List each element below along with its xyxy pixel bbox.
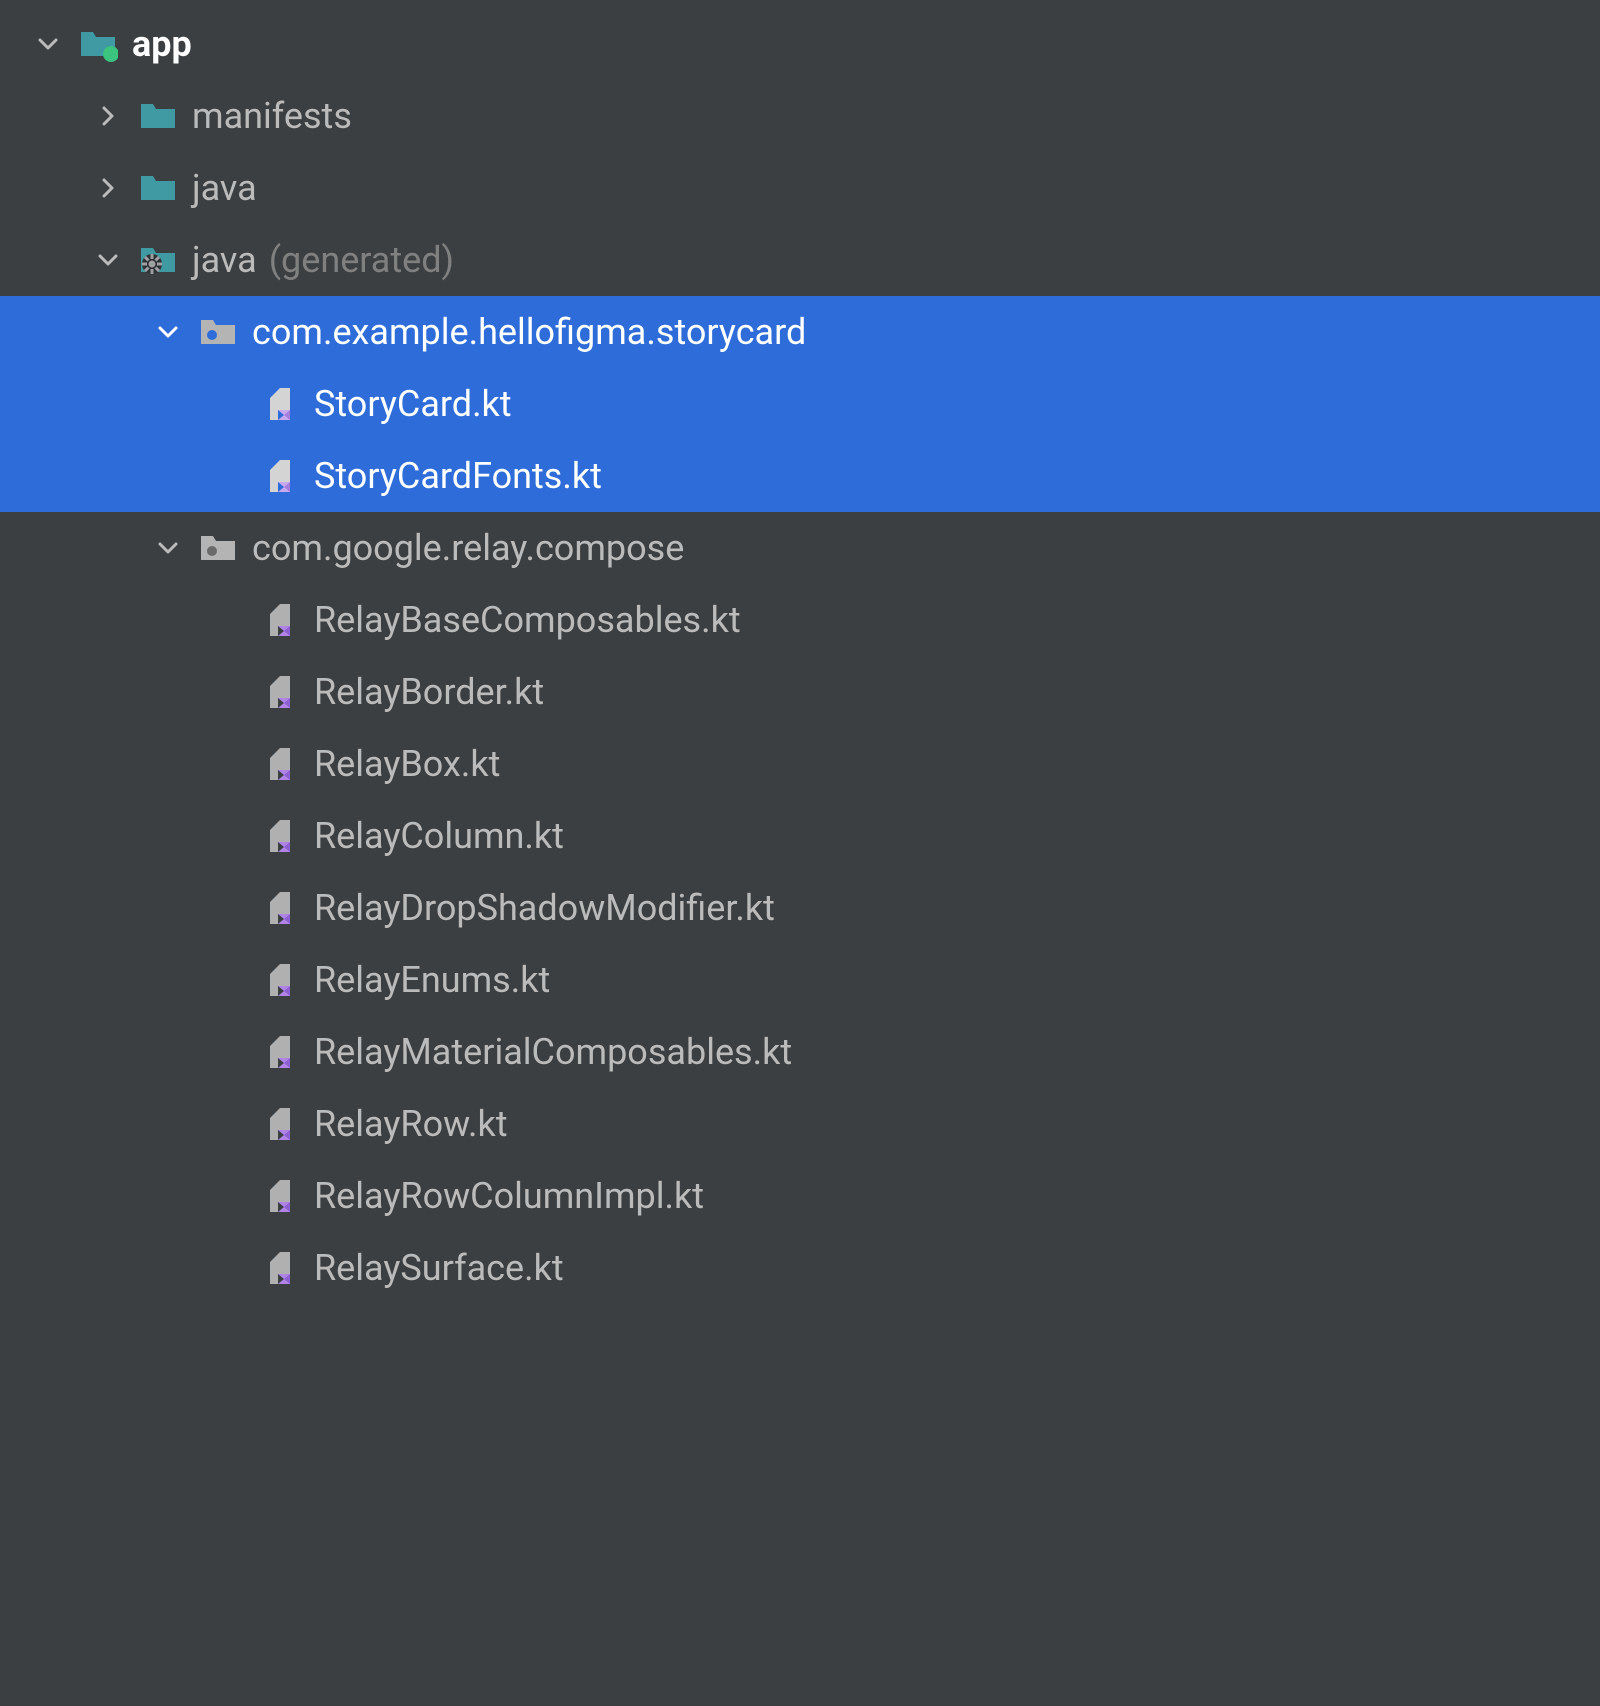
module-folder-icon xyxy=(78,24,118,64)
package-folder-icon xyxy=(198,312,238,352)
tree-item-label: com.google.relay.compose xyxy=(252,530,684,566)
chevron-down-icon[interactable] xyxy=(150,314,186,350)
tree-item-label: com.example.hellofigma.storycard xyxy=(252,314,806,350)
kotlin-file-icon xyxy=(260,1176,300,1216)
chevron-right-icon[interactable] xyxy=(90,98,126,134)
tree-item-label: RelayRow.kt xyxy=(314,1106,507,1142)
kotlin-file-icon xyxy=(260,672,300,712)
kotlin-file-icon xyxy=(260,816,300,856)
chevron-right-icon[interactable] xyxy=(90,170,126,206)
folder-icon xyxy=(138,96,178,136)
tree-item-package-storycard[interactable]: com.example.hellofigma.storycard xyxy=(0,296,1600,368)
kotlin-file-icon xyxy=(260,888,300,928)
tree-item-java[interactable]: java xyxy=(0,152,1600,224)
tree-item-manifests[interactable]: manifests xyxy=(0,80,1600,152)
tree-item-file[interactable]: RelayRow.kt xyxy=(0,1088,1600,1160)
tree-item-file[interactable]: RelayBaseComposables.kt xyxy=(0,584,1600,656)
kotlin-file-icon xyxy=(260,600,300,640)
tree-item-file-storycardfonts[interactable]: StoryCardFonts.kt xyxy=(0,440,1600,512)
tree-item-label: RelayBorder.kt xyxy=(314,674,544,710)
tree-item-label: RelayBox.kt xyxy=(314,746,500,782)
kotlin-file-icon xyxy=(260,1104,300,1144)
tree-item-package-relay[interactable]: com.google.relay.compose xyxy=(0,512,1600,584)
tree-item-file[interactable]: RelayRowColumnImpl.kt xyxy=(0,1160,1600,1232)
kotlin-file-icon xyxy=(260,384,300,424)
tree-item-app[interactable]: app xyxy=(0,8,1600,80)
tree-item-file[interactable]: RelayMaterialComposables.kt xyxy=(0,1016,1600,1088)
tree-item-label: RelayBaseComposables.kt xyxy=(314,602,741,638)
kotlin-file-icon xyxy=(260,456,300,496)
tree-item-file[interactable]: RelayEnums.kt xyxy=(0,944,1600,1016)
tree-item-file-storycard[interactable]: StoryCard.kt xyxy=(0,368,1600,440)
kotlin-file-icon xyxy=(260,960,300,1000)
tree-item-label: RelayMaterialComposables.kt xyxy=(314,1034,792,1070)
chevron-down-icon[interactable] xyxy=(150,530,186,566)
chevron-down-icon[interactable] xyxy=(30,26,66,62)
chevron-down-icon[interactable] xyxy=(90,242,126,278)
folder-icon xyxy=(138,168,178,208)
kotlin-file-icon xyxy=(260,744,300,784)
tree-item-file[interactable]: RelayColumn.kt xyxy=(0,800,1600,872)
tree-item-java-generated[interactable]: java (generated) xyxy=(0,224,1600,296)
kotlin-file-icon xyxy=(260,1248,300,1288)
tree-item-label: app xyxy=(132,26,192,62)
tree-item-file[interactable]: RelayBox.kt xyxy=(0,728,1600,800)
tree-item-file[interactable]: RelayDropShadowModifier.kt xyxy=(0,872,1600,944)
tree-item-label: java xyxy=(192,170,257,206)
tree-item-file[interactable]: RelayBorder.kt xyxy=(0,656,1600,728)
tree-item-label: RelayRowColumnImpl.kt xyxy=(314,1178,704,1214)
kotlin-file-icon xyxy=(260,1032,300,1072)
tree-item-label: StoryCard.kt xyxy=(314,386,512,422)
tree-item-file[interactable]: RelaySurface.kt xyxy=(0,1232,1600,1304)
tree-item-label: RelaySurface.kt xyxy=(314,1250,564,1286)
package-folder-icon xyxy=(198,528,238,568)
tree-item-label: RelayColumn.kt xyxy=(314,818,564,854)
tree-item-label: manifests xyxy=(192,98,352,134)
tree-item-label: java xyxy=(192,242,257,278)
tree-item-suffix: (generated) xyxy=(269,239,454,281)
tree-item-label: StoryCardFonts.kt xyxy=(314,458,602,494)
generated-folder-icon xyxy=(138,240,178,280)
tree-item-label: RelayDropShadowModifier.kt xyxy=(314,890,775,926)
tree-item-label: RelayEnums.kt xyxy=(314,962,550,998)
